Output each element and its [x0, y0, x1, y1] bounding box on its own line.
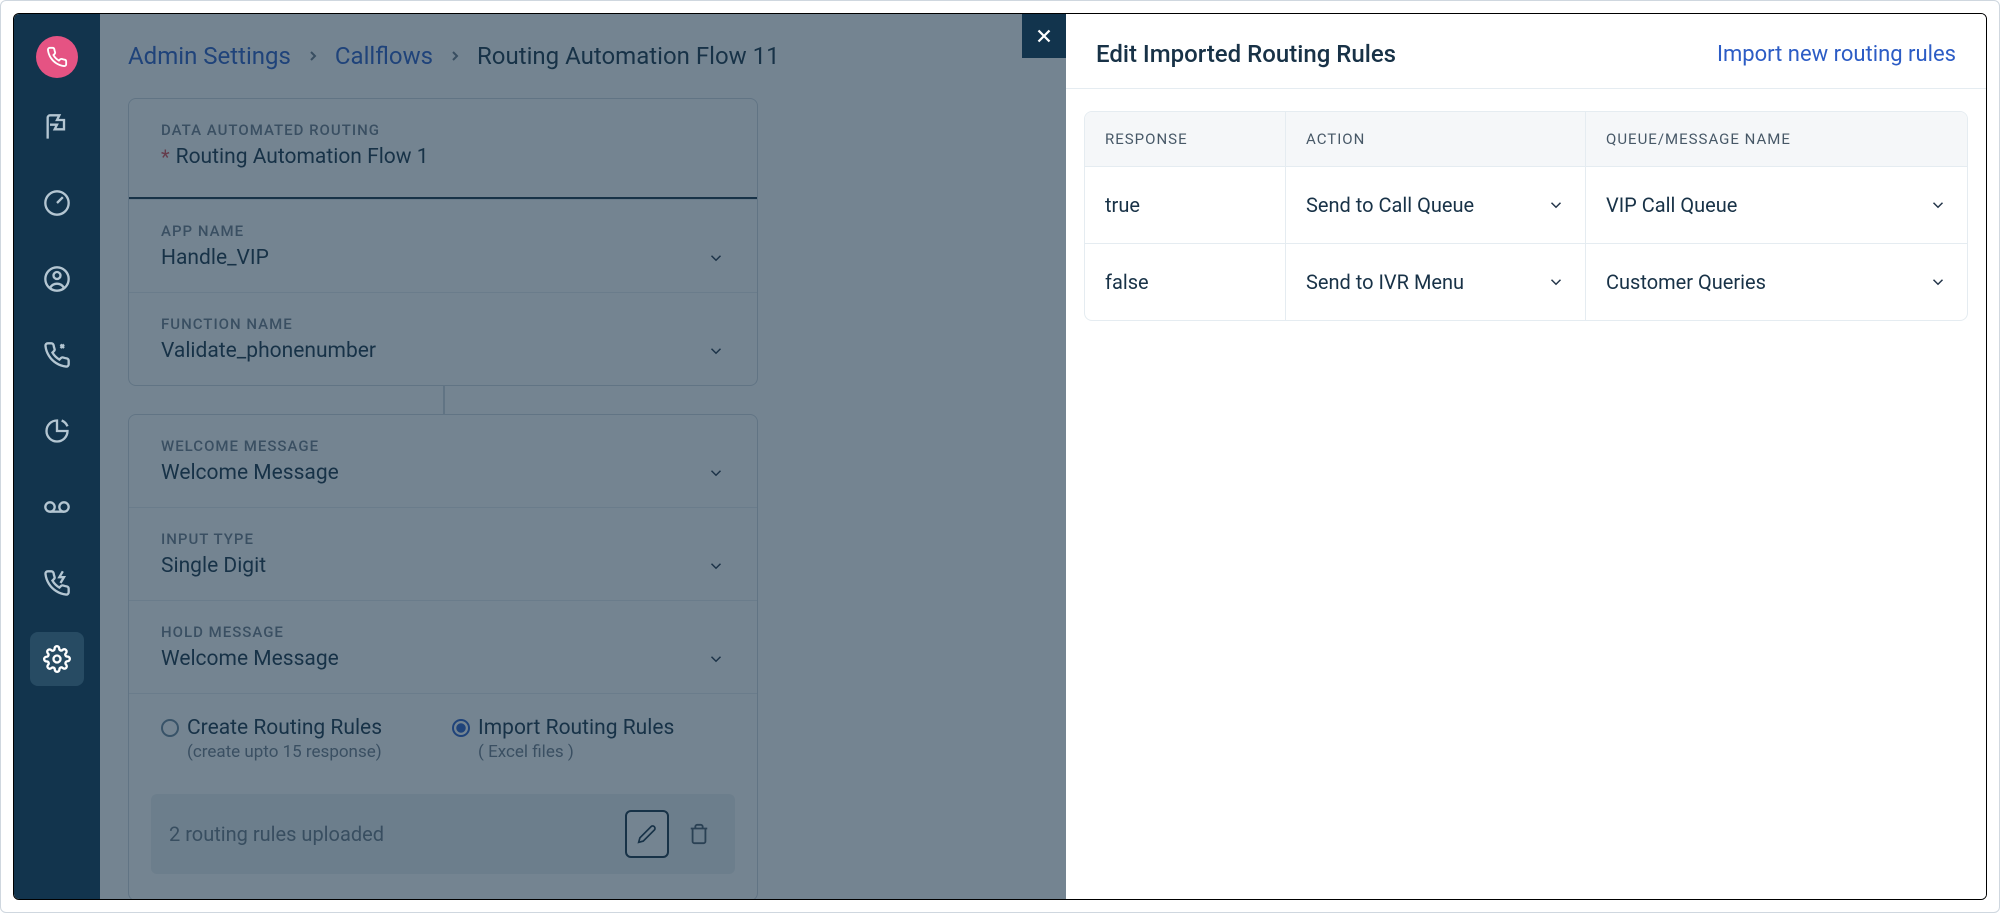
- col-response-header: RESPONSE: [1085, 112, 1285, 166]
- app-logo: [36, 36, 78, 78]
- chevron-down-icon: [1547, 273, 1565, 291]
- nav-flag-icon[interactable]: [30, 100, 84, 154]
- side-panel: Edit Imported Routing Rules Import new r…: [1066, 14, 1986, 899]
- close-panel-button[interactable]: [1022, 14, 1066, 58]
- nav-chart-icon[interactable]: [30, 404, 84, 458]
- nav-phone-icon[interactable]: [30, 328, 84, 382]
- rules-table: RESPONSE ACTION QUEUE/MESSAGE NAME true …: [1084, 111, 1968, 321]
- nav-gauge-icon[interactable]: [30, 176, 84, 230]
- queue-select[interactable]: Customer Queries: [1585, 244, 1967, 320]
- nav-settings-icon[interactable]: [30, 632, 84, 686]
- col-queue-header: QUEUE/MESSAGE NAME: [1585, 112, 1967, 166]
- chevron-down-icon: [1929, 196, 1947, 214]
- nav-user-icon[interactable]: [30, 252, 84, 306]
- action-select[interactable]: Send to IVR Menu: [1285, 244, 1585, 320]
- response-cell: false: [1085, 244, 1285, 320]
- table-row: false Send to IVR Menu Customer Queries: [1085, 244, 1967, 320]
- chevron-down-icon: [1547, 196, 1565, 214]
- nav-voicemail-icon[interactable]: [30, 480, 84, 534]
- panel-title: Edit Imported Routing Rules: [1096, 40, 1396, 68]
- main-content: Admin Settings Callflows Routing Automat…: [100, 14, 1986, 899]
- table-row: true Send to Call Queue VIP Call Queue: [1085, 167, 1967, 244]
- col-action-header: ACTION: [1285, 112, 1585, 166]
- response-cell: true: [1085, 167, 1285, 243]
- action-select[interactable]: Send to Call Queue: [1285, 167, 1585, 243]
- import-new-rules-link[interactable]: Import new routing rules: [1717, 42, 1956, 67]
- queue-select[interactable]: VIP Call Queue: [1585, 167, 1967, 243]
- nav-phone-bolt-icon[interactable]: [30, 556, 84, 610]
- close-icon: [1033, 25, 1055, 47]
- sidebar: [14, 14, 100, 899]
- chevron-down-icon: [1929, 273, 1947, 291]
